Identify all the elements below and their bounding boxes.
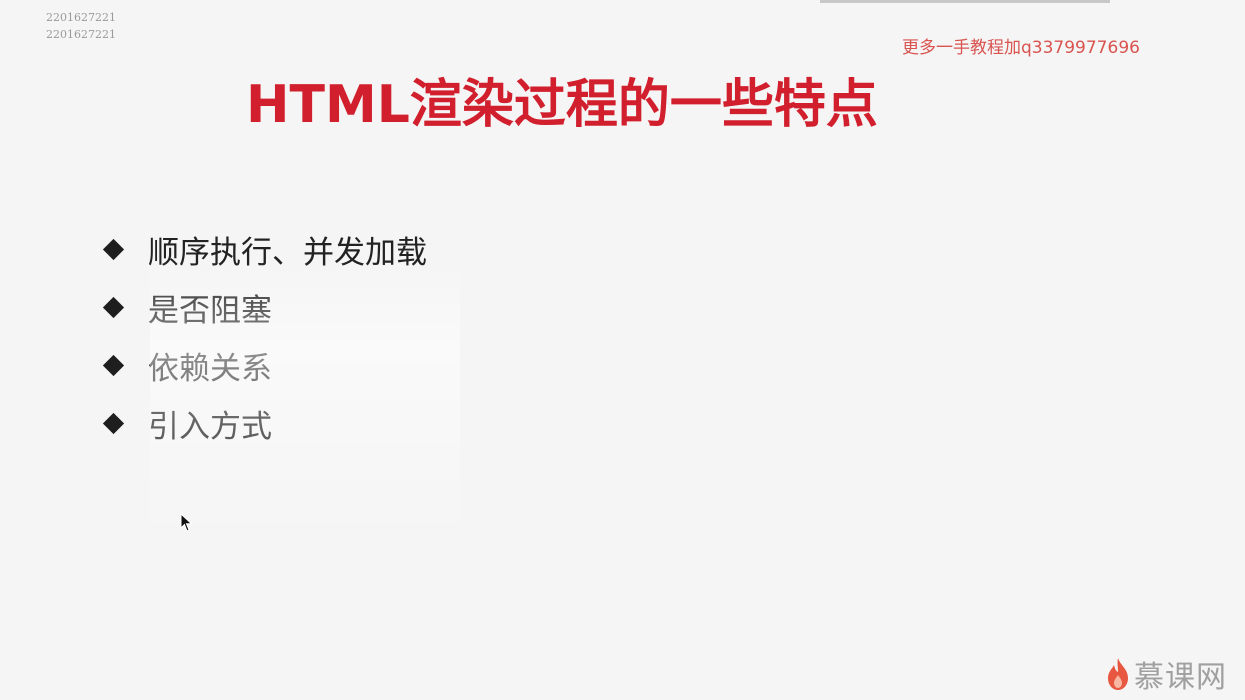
top-window-edge: [820, 0, 1110, 3]
bullet-list: 顺序执行、并发加载 是否阻塞 依赖关系 引入方式: [100, 220, 427, 452]
user-id-line: 2201627221: [46, 28, 116, 41]
flame-icon: [1108, 658, 1128, 690]
bullet-text: 顺序执行、并发加载: [148, 234, 427, 271]
diamond-bullet-icon: [100, 294, 126, 320]
brand-logo-text: 慕课网: [1134, 660, 1227, 695]
slide-title: HTML渲染过程的一些特点: [246, 75, 878, 135]
user-id-watermark: 2201627221 2201627221: [46, 9, 116, 43]
bullet-text: 引入方式: [148, 408, 272, 445]
bullet-item: 顺序执行、并发加载: [100, 220, 427, 278]
diamond-bullet-icon: [100, 236, 126, 262]
bullet-text: 是否阻塞: [148, 292, 272, 329]
promo-watermark: 更多一手教程加q3379977696: [902, 38, 1140, 58]
mouse-cursor-icon: [180, 513, 193, 532]
bullet-item: 依赖关系: [100, 336, 427, 394]
diamond-bullet-icon: [100, 352, 126, 378]
bullet-item: 是否阻塞: [100, 278, 427, 336]
user-id-line: 2201627221: [46, 11, 116, 24]
diamond-bullet-icon: [100, 410, 126, 436]
bullet-item: 引入方式: [100, 394, 427, 452]
brand-logo: 慕课网: [1106, 652, 1227, 696]
bullet-text: 依赖关系: [148, 350, 272, 387]
